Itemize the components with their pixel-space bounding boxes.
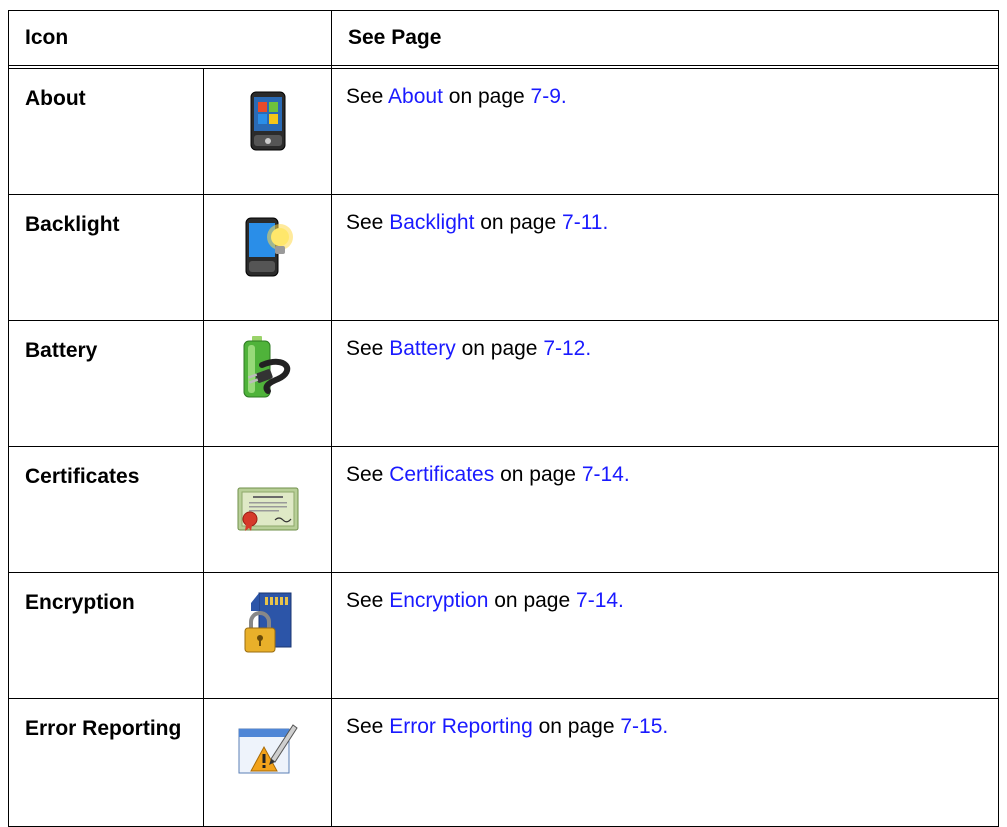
table-row: Error Reporting See Error Reporting on p… [8,698,999,827]
battery-plug-icon [243,336,290,398]
table-row: Backlight See Backlight on page 7-11. [8,194,999,321]
see-page-cell: See Encryption on page 7-14. [331,572,999,699]
see-page-cell: See Battery on page 7-12. [331,320,999,447]
setting-icon-cell [203,698,332,827]
setting-name: Error Reporting [8,698,204,827]
see-page-column-header: See Page [331,10,999,66]
section-link-encryption[interactable]: Encryption [389,589,488,612]
see-page-cell: See Certificates on page 7-14. [331,446,999,573]
page-link[interactable]: 7-15 [620,715,662,738]
see-prefix: See [346,337,390,360]
icon-column-header: Icon [8,10,332,66]
setting-name: Encryption [8,572,204,699]
period: . [602,211,609,234]
setting-name: Certificates [8,446,204,573]
page-link[interactable]: 7-14 [576,589,618,612]
table-row: Encryption See Encryption on page 7-14. [8,572,999,699]
see-page-cell: See About on page 7-9. [331,68,999,195]
setting-icon-cell [203,68,332,195]
setting-name: Battery [8,320,204,447]
see-prefix: See [346,715,390,738]
see-prefix: See [346,589,390,612]
certificate-icon [237,487,298,531]
section-link-error-reporting[interactable]: Error Reporting [389,715,533,738]
setting-icon-cell [203,320,332,447]
see-page-cell: See Backlight on page 7-11. [331,194,999,321]
setting-name: About [8,68,204,195]
period: . [662,715,669,738]
period: . [560,85,567,108]
section-link-about[interactable]: About [388,85,443,108]
page-link[interactable]: 7-14 [582,463,624,486]
period: . [623,463,630,486]
setting-icon-cell [203,572,332,699]
table-row: About See About on page 7-9. [8,68,999,195]
section-link-certificates[interactable]: Certificates [389,463,494,486]
table-row: Certificates See Certificates on page 7-… [8,446,999,573]
see-prefix: See [346,463,390,486]
table-row: Battery See Battery on page 7-12. [8,320,999,447]
on-page-text: on page [455,337,544,360]
on-page-text: on page [442,85,531,108]
table-header-row: Icon See Page [8,10,999,66]
period: . [585,337,592,360]
period: . [618,589,624,612]
page-link[interactable]: 7-12 [543,337,585,360]
section-link-battery[interactable]: Battery [389,337,456,360]
page-link[interactable]: 7-9 [531,85,561,108]
error-reporting-icon [238,724,298,774]
on-page-text: on page [532,715,621,738]
on-page-text: on page [488,589,577,612]
pocket-pc-phone-icon [250,91,285,151]
section-link-backlight[interactable]: Backlight [389,211,474,234]
see-prefix: See [346,211,390,234]
see-prefix: See [346,85,389,108]
on-page-text: on page [474,211,563,234]
see-page-cell: See Error Reporting on page 7-15. [331,698,999,827]
setting-icon-cell [203,194,332,321]
settings-icon-table: Icon See Page About See About on page 7-… [8,10,999,827]
page-link[interactable]: 7-11 [562,211,602,234]
sd-card-lock-icon [244,592,291,653]
on-page-text: on page [494,463,582,486]
phone-lightbulb-icon [245,217,293,277]
setting-name: Backlight [8,194,204,321]
setting-icon-cell [203,446,332,573]
